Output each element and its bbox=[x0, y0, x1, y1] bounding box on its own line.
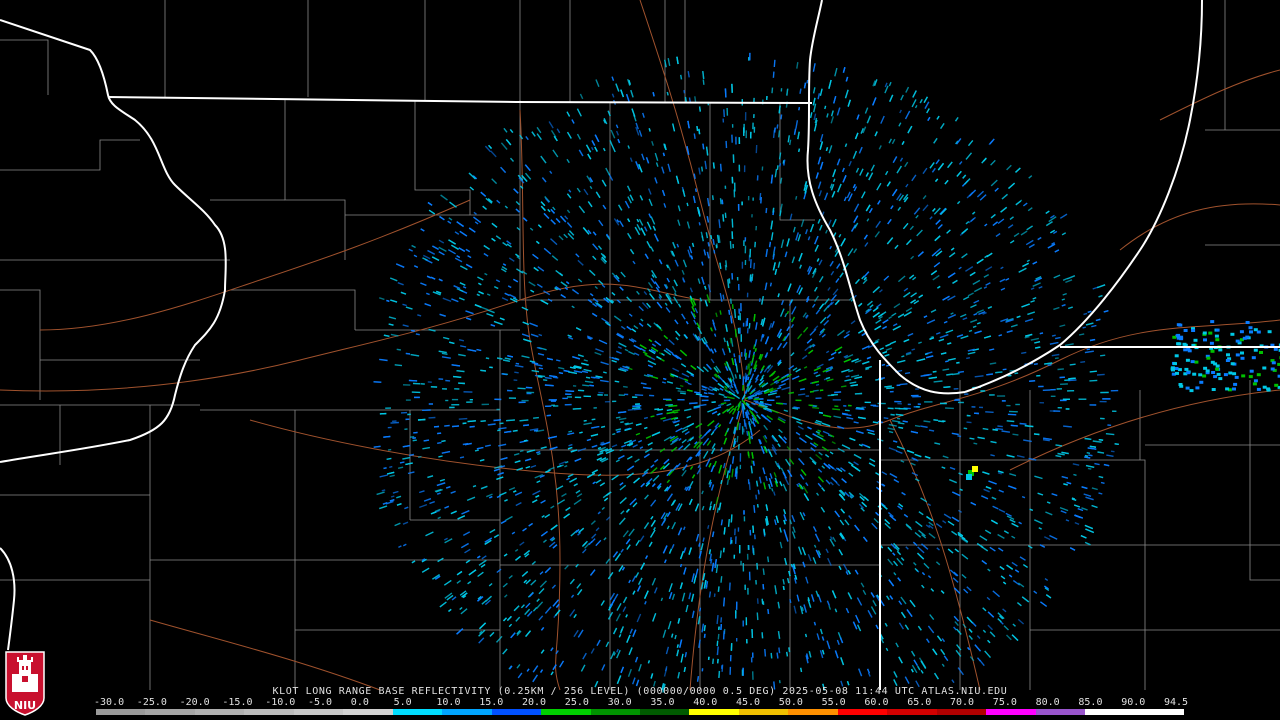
colorbar-segment bbox=[293, 709, 344, 715]
scale-label: 35.0 bbox=[650, 697, 675, 708]
scale-label: 80.0 bbox=[1035, 697, 1060, 708]
scale-label: 25.0 bbox=[564, 697, 589, 708]
scale-label: 5.0 bbox=[393, 697, 412, 708]
reflectivity-colorbar bbox=[96, 709, 1184, 715]
scale-label: 55.0 bbox=[821, 697, 846, 708]
colorbar-segment bbox=[1035, 709, 1086, 715]
scale-label: -25.0 bbox=[136, 697, 167, 708]
colorbar-segment bbox=[590, 709, 640, 715]
colorbar-segment bbox=[541, 709, 591, 715]
colorbar-segment bbox=[1085, 709, 1135, 715]
scale-label: 75.0 bbox=[992, 697, 1017, 708]
radar-caption: KLOT LONG RANGE BASE REFLECTIVITY (0.25K… bbox=[272, 686, 1008, 697]
scale-label: 40.0 bbox=[693, 697, 718, 708]
colorbar-segment bbox=[887, 709, 937, 715]
scale-label: 94.5 bbox=[1164, 697, 1189, 708]
scale-label: 20.0 bbox=[522, 697, 547, 708]
colorbar-segment bbox=[491, 709, 542, 715]
scale-label: 0.0 bbox=[350, 697, 369, 708]
reflectivity-scale-labels: -30.0 -25.0 -20.0 -15.0 -10.0 -5.0 0.0 5.0 10.0 1… bbox=[94, 697, 1194, 709]
colorbar-segment bbox=[689, 709, 739, 715]
colorbar-segment bbox=[343, 709, 393, 715]
scale-label: -30.0 bbox=[94, 697, 125, 708]
colorbar-segment bbox=[639, 709, 690, 715]
scale-label: -10.0 bbox=[265, 697, 296, 708]
scale-label: 10.0 bbox=[436, 697, 461, 708]
scale-label: -5.0 bbox=[308, 697, 333, 708]
scale-label: 70.0 bbox=[950, 697, 975, 708]
colorbar-segment bbox=[392, 709, 443, 715]
scale-label: 65.0 bbox=[907, 697, 932, 708]
scale-label: 45.0 bbox=[736, 697, 761, 708]
colorbar-segment bbox=[986, 709, 1036, 715]
colorbar-segment bbox=[936, 709, 987, 715]
colorbar-segment bbox=[788, 709, 838, 715]
niu-logo-text: NIU bbox=[14, 699, 36, 712]
scale-label: -20.0 bbox=[179, 697, 210, 708]
scale-label: 30.0 bbox=[607, 697, 632, 708]
colorbar-segment bbox=[244, 709, 294, 715]
niu-logo: NIU bbox=[4, 646, 46, 716]
colorbar-segment bbox=[738, 709, 789, 715]
colorbar-segment bbox=[442, 709, 492, 715]
scale-label: 85.0 bbox=[1078, 697, 1103, 708]
scale-label: 60.0 bbox=[864, 697, 889, 708]
colorbar-segment bbox=[1134, 709, 1184, 715]
colorbar-segment bbox=[145, 709, 195, 715]
radar-map bbox=[0, 0, 1280, 720]
scale-label: 90.0 bbox=[1121, 697, 1146, 708]
scale-label: -15.0 bbox=[222, 697, 253, 708]
colorbar-segment bbox=[837, 709, 888, 715]
scale-label: 50.0 bbox=[778, 697, 803, 708]
colorbar-segment bbox=[194, 709, 245, 715]
scale-label: 15.0 bbox=[479, 697, 504, 708]
colorbar-segment bbox=[96, 709, 146, 715]
